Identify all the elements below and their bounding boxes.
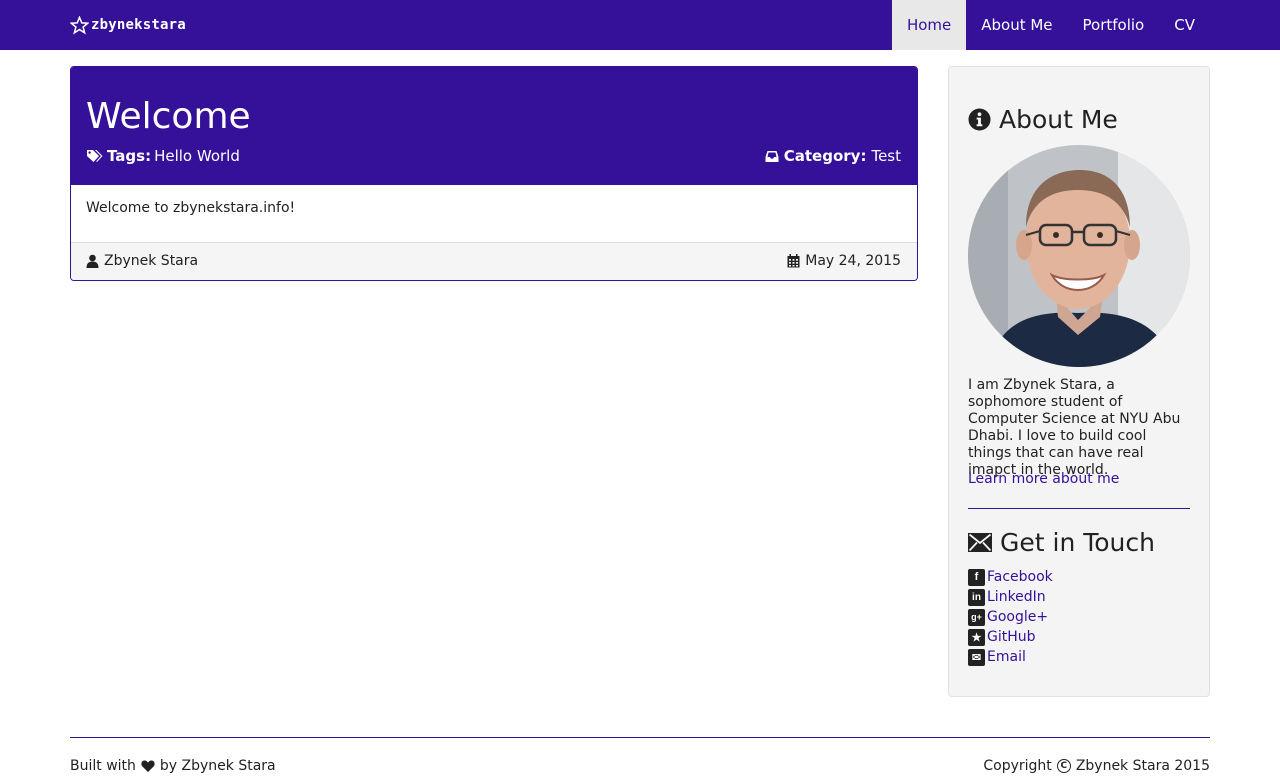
nav-about-me[interactable]: About Me <box>966 0 1067 50</box>
learn-more-link[interactable]: Learn more about me <box>968 471 1119 487</box>
social-item-google-plus: g+ Google+ <box>968 607 1053 627</box>
post-title: Welcome <box>86 96 251 137</box>
social-item-linkedin: in LinkedIn <box>968 587 1053 607</box>
touch-title: Get in Touch <box>1000 528 1155 557</box>
profile-photo <box>968 145 1190 367</box>
category-label: Category: <box>783 147 867 165</box>
facebook-icon: f <box>968 568 985 586</box>
category-link[interactable]: Test <box>871 147 901 165</box>
post-author: Zbynek Stara <box>86 253 198 269</box>
brand-link[interactable]: zbynekstara <box>70 13 186 37</box>
user-icon <box>86 254 99 268</box>
post-category: Category: Test <box>765 147 901 165</box>
google-plus-link[interactable]: Google+ <box>987 609 1048 625</box>
inbox-icon <box>765 150 779 162</box>
main-nav: Home About Me Portfolio CV <box>891 0 1210 50</box>
post-tags: Tags: Hello World <box>86 147 240 165</box>
post-footer: Zbynek Stara May 24, 2015 <box>71 243 917 280</box>
touch-heading: Get in Touch <box>968 528 1155 557</box>
tags-icon <box>87 149 103 162</box>
copyright-owner: Zbynek Stara 2015 <box>1075 758 1210 774</box>
info-circle-icon <box>968 108 991 131</box>
sidebar-divider <box>968 508 1190 509</box>
footer-divider <box>70 737 1210 738</box>
github-link[interactable]: GitHub <box>987 629 1036 645</box>
linkedin-link[interactable]: LinkedIn <box>987 589 1046 605</box>
star-outline-icon <box>70 15 89 34</box>
about-title: About Me <box>999 105 1118 134</box>
post-header: Welcome Tags: Hello World Category: Test <box>71 67 917 185</box>
envelope-icon <box>968 533 992 552</box>
post-body: Welcome to zbynekstara.info! <box>71 185 917 243</box>
built-with-text: Built with <box>70 758 136 774</box>
copyright-text: Copyright <box>983 758 1052 774</box>
social-item-email: ✉ Email <box>968 647 1053 667</box>
email-icon: ✉ <box>968 648 985 666</box>
facebook-link[interactable]: Facebook <box>987 569 1053 585</box>
tags-label: Tags: <box>107 147 152 165</box>
social-item-github: ★ GitHub <box>968 627 1053 647</box>
google-plus-icon: g+ <box>968 608 985 626</box>
tag-link[interactable]: Hello World <box>154 147 240 165</box>
post-card: Welcome Tags: Hello World Category: Test… <box>70 66 918 281</box>
github-icon: ★ <box>968 628 985 646</box>
social-links: f Facebook in LinkedIn g+ Google+ ★ GitH… <box>968 567 1053 667</box>
heart-icon <box>141 760 155 772</box>
author-name: Zbynek Stara <box>104 253 199 269</box>
post-date: May 24, 2015 <box>787 253 901 269</box>
about-heading: About Me <box>968 105 1118 134</box>
copyright-icon: C <box>1056 759 1071 773</box>
about-text: I am Zbynek Stara, a sophomore student o… <box>968 377 1181 478</box>
nav-cv[interactable]: CV <box>1159 0 1210 50</box>
footer-built-with: Built with by Zbynek Stara <box>70 758 276 774</box>
built-by-text: by Zbynek Stara <box>159 758 276 774</box>
calendar-icon <box>787 254 800 268</box>
footer-copyright: Copyright C Zbynek Stara 2015 <box>983 758 1210 774</box>
navbar: zbynekstara Home About Me Portfolio CV <box>0 0 1280 50</box>
nav-portfolio[interactable]: Portfolio <box>1068 0 1160 50</box>
linkedin-icon: in <box>968 588 985 606</box>
sidebar: About Me I am Zbynek Stara, a sophomore … <box>948 66 1210 697</box>
date-text: May 24, 2015 <box>805 253 901 269</box>
email-link[interactable]: Email <box>987 649 1026 665</box>
social-item-facebook: f Facebook <box>968 567 1053 587</box>
brand-name: zbynekstara <box>91 17 186 33</box>
nav-home[interactable]: Home <box>891 0 967 50</box>
